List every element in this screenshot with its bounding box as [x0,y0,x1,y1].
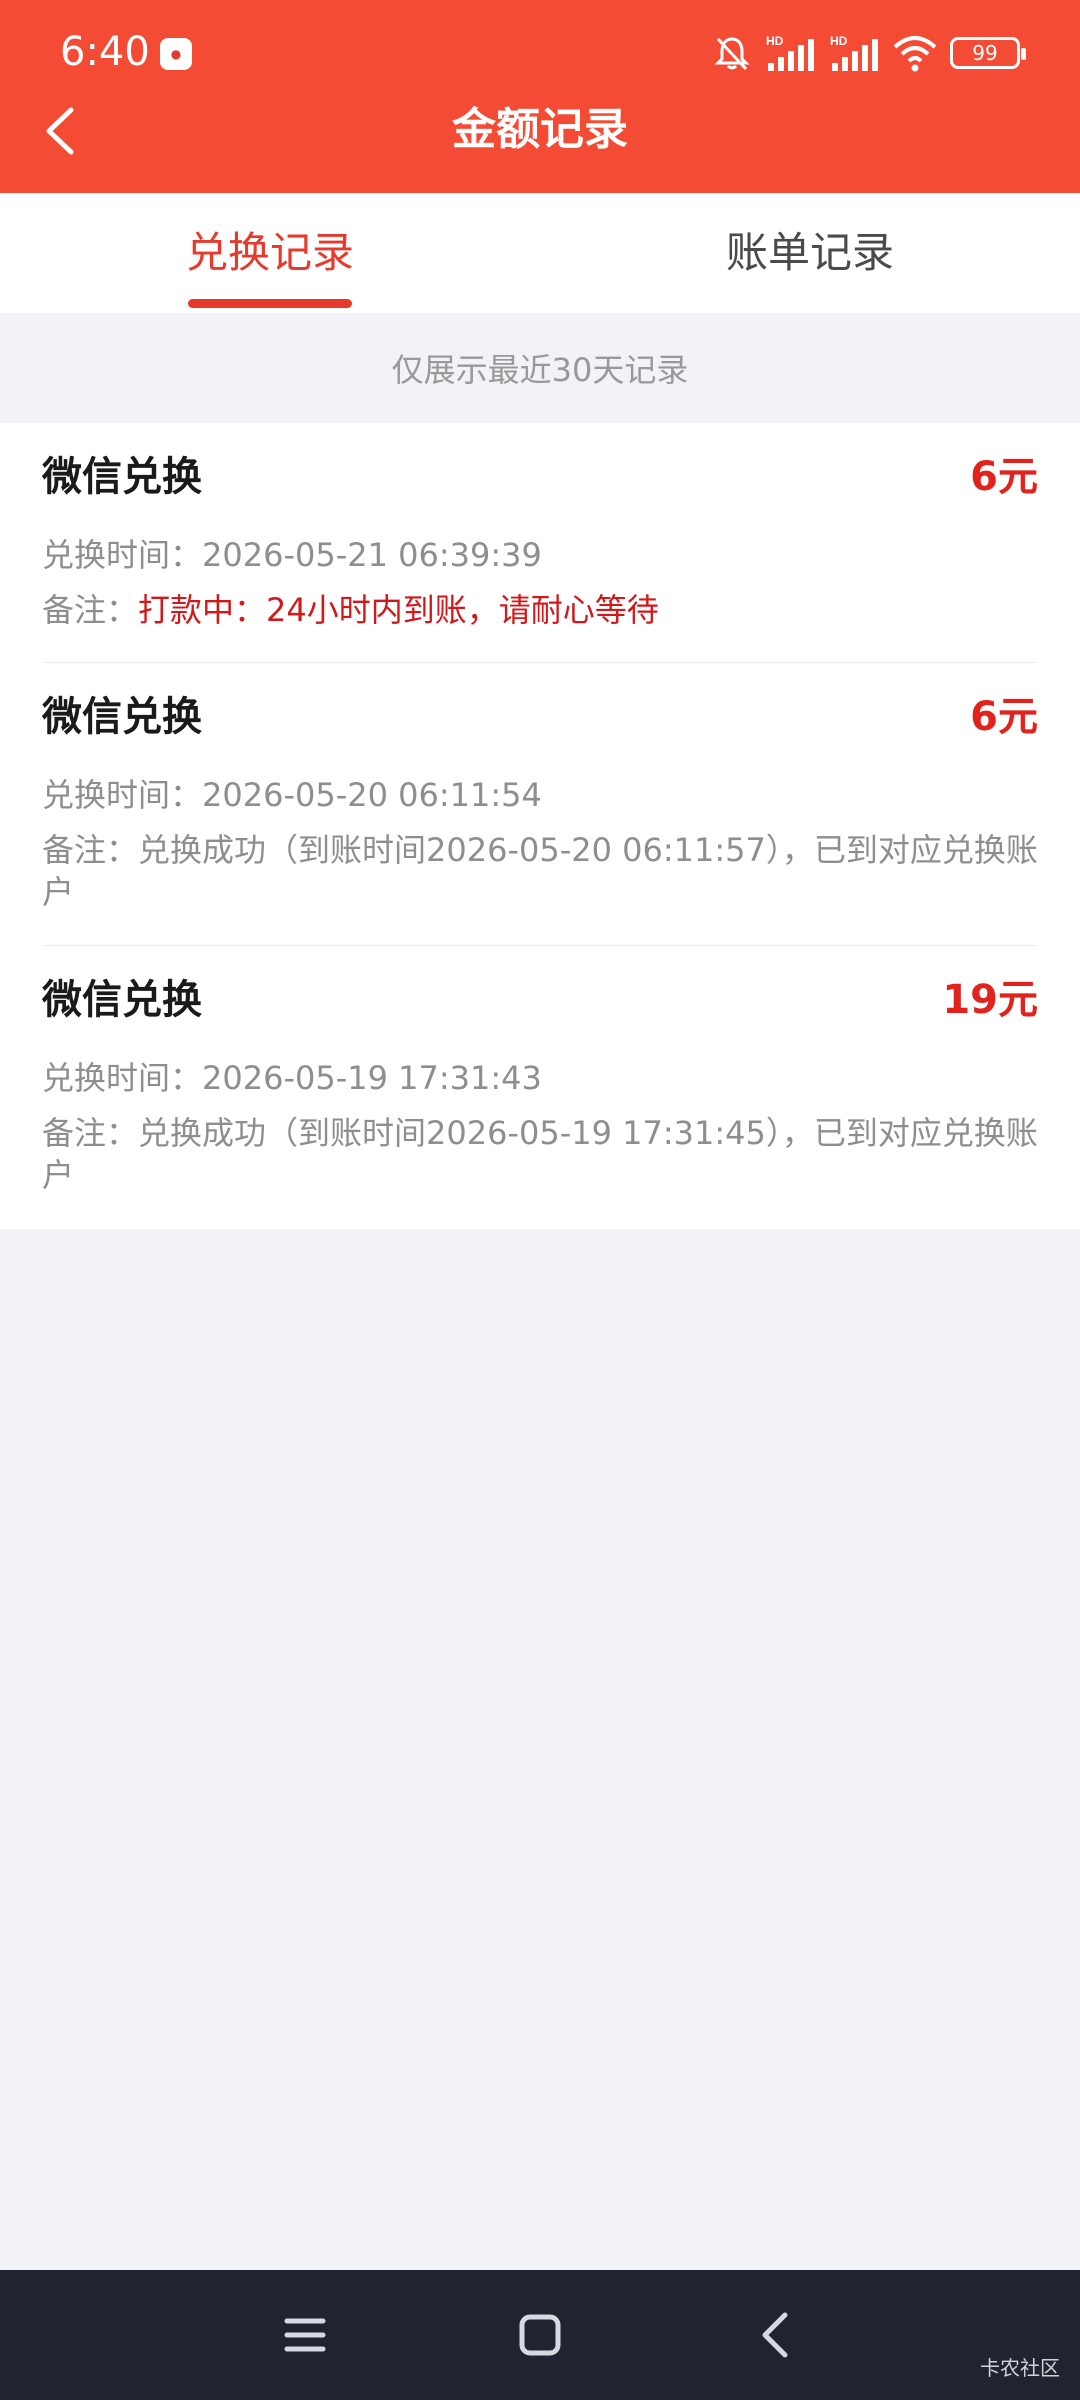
svg-text:HD: HD [830,34,848,48]
record-amount: 6元 [970,694,1038,740]
battery-icon: 99 [950,37,1026,69]
signal-hd-icon-2: HD [830,34,878,71]
record-note-label: 备注： [42,591,139,629]
home-button[interactable] [505,2300,575,2370]
record-note-label: 备注： [42,831,139,869]
menu-button[interactable] [270,2300,340,2370]
watermark: 卡农社区 [980,2356,1060,2380]
system-navigation-bar [0,2270,1080,2400]
menu-icon [284,2318,326,2352]
tab-label: 账单记录 [725,228,894,277]
app-notification-icon: ● [160,38,192,70]
record-title: 微信兑换 [42,454,202,500]
mute-bell-icon [714,37,750,71]
record-note: 备注：打款中：24小时内到账，请耐心等待 [42,589,1038,631]
records-notice: 仅展示最近30天记录 [391,351,689,389]
record-title: 微信兑换 [42,977,202,1023]
record-time: 兑换时间：2026-05-21 06:39:39 [42,536,542,574]
active-tab-indicator [188,299,352,308]
signal-hd-icon-1: HD [766,34,814,71]
record-time: 兑换时间：2026-05-20 06:11:54 [42,776,542,814]
record-time: 兑换时间：2026-05-19 17:31:43 [42,1059,542,1097]
tab-bill-records[interactable]: 账单记录 [540,193,1080,313]
record-title: 微信兑换 [42,694,202,740]
record-item[interactable]: 微信兑换 6元 兑换时间：2026-05-21 06:39:39 备注：打款中：… [42,423,1038,663]
records-list: 微信兑换 6元 兑换时间：2026-05-21 06:39:39 备注：打款中：… [0,423,1080,1229]
battery-level: 99 [972,41,998,65]
app-header: 6:40 ● HD HD 99 金额记录 [0,0,1080,193]
record-note: 备注：兑换成功（到账时间2026-05-20 06:11:57），已到对应兑换账… [42,829,1038,913]
record-amount: 6元 [970,454,1038,500]
record-note-label: 备注： [42,1114,139,1152]
home-square-icon [519,2314,561,2356]
tab-bar: 兑换记录 账单记录 [0,193,1080,313]
svg-text:HD: HD [766,34,784,48]
record-note-text: 兑换成功（到账时间2026-05-20 06:11:57），已到对应兑换账户 [42,831,1038,911]
tab-label: 兑换记录 [185,228,354,277]
wifi-icon [893,36,937,72]
record-note: 备注：兑换成功（到账时间2026-05-19 17:31:45），已到对应兑换账… [42,1112,1038,1196]
record-note-text: 打款中：24小时内到账，请耐心等待 [138,591,659,629]
nav-back-button[interactable] [740,2300,810,2370]
status-time: 6:40 [60,29,150,75]
page-title: 金额记录 [452,104,628,155]
record-item[interactable]: 微信兑换 19元 兑换时间：2026-05-19 17:31:43 备注：兑换成… [42,946,1038,1229]
chevron-left-icon [762,2312,788,2358]
status-icons: HD HD 99 [712,28,1026,78]
tab-exchange-records[interactable]: 兑换记录 [0,193,540,313]
record-item[interactable]: 微信兑换 6元 兑换时间：2026-05-20 06:11:54 备注：兑换成功… [42,663,1038,946]
record-note-text: 兑换成功（到账时间2026-05-19 17:31:45），已到对应兑换账户 [42,1114,1038,1194]
record-amount: 19元 [942,977,1038,1023]
